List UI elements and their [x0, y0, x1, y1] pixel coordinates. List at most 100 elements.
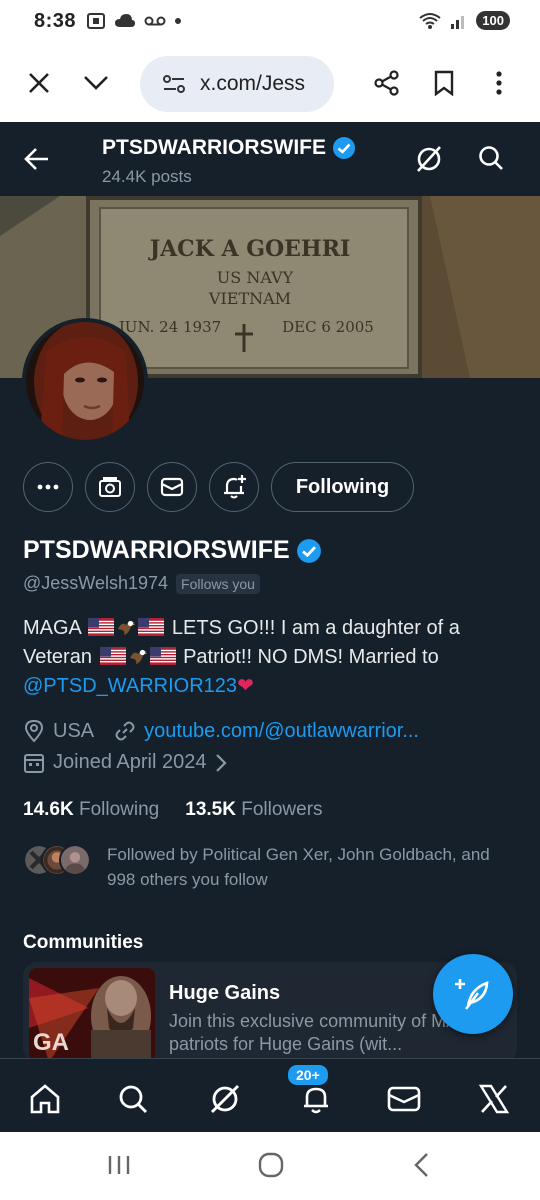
nav-home[interactable] [25, 1079, 65, 1119]
profile-bio: MAGA LETS GO!!! I am a daughter of a Vet… [23, 614, 513, 701]
browser-menu-button[interactable] [478, 62, 520, 104]
android-navigation-bar [0, 1132, 540, 1200]
banner-line2: US NAVY [217, 268, 294, 287]
followers-count-link[interactable]: 13.5K Followers [185, 799, 322, 821]
profile-location: USA [53, 719, 95, 742]
dot-icon [175, 18, 181, 24]
status-system-icons: 100 [418, 11, 510, 30]
status-bar: 8:38 100 [0, 0, 540, 44]
share-icon [374, 70, 399, 96]
more-options-button[interactable] [23, 462, 73, 512]
us-flag-icon [138, 618, 165, 636]
bell-plus-icon [224, 475, 246, 499]
x-logo-icon [478, 1084, 510, 1114]
profile-actions: Following [0, 462, 540, 512]
following-count-label: Following [78, 799, 160, 820]
following-button[interactable]: Following [271, 462, 414, 512]
followers-count-label: Followers [241, 799, 323, 820]
header-title: PTSDWARRIORSWIFE [102, 136, 356, 160]
signal-icon [451, 15, 465, 29]
more-vertical-icon [496, 71, 502, 95]
banner-date-left: JUN. 24 1937 [117, 318, 221, 336]
notifications-toggle-button[interactable] [209, 462, 259, 512]
recent-apps-button[interactable] [106, 1154, 132, 1181]
location-pin-icon [24, 719, 44, 743]
nav-messages[interactable] [384, 1079, 424, 1119]
mail-icon [387, 1086, 421, 1112]
avatar-image [26, 322, 144, 440]
subscribe-button[interactable] [85, 462, 135, 512]
nav-search[interactable] [113, 1079, 153, 1119]
eagle-icon [129, 649, 147, 664]
profile-header-bar: PTSDWARRIORSWIFE 24.4K posts [0, 122, 540, 196]
bio-mention-link[interactable]: @PTSD_WARRIOR123 [23, 675, 237, 697]
us-flag-icon [88, 618, 115, 636]
profile-handle-row: @JessWelsh1974 Follows you [23, 573, 260, 594]
nav-x-premium[interactable] [474, 1079, 514, 1119]
verified-badge-icon [333, 137, 355, 159]
bookmark-button[interactable] [423, 62, 465, 104]
compose-post-button[interactable] [433, 954, 513, 1034]
voicemail-icon [144, 16, 166, 26]
link-icon [115, 721, 135, 741]
community-thumb-text: GA [33, 1029, 69, 1056]
grok-button[interactable] [414, 144, 444, 179]
community-title: Huge Gains [169, 982, 281, 1004]
follow-counts: 14.6K Following 13.5K Followers [23, 799, 323, 821]
profile-handle: @JessWelsh1974 [23, 573, 169, 593]
bookmark-icon [434, 70, 454, 96]
profile-joined-row[interactable]: Joined April 2024 [23, 751, 228, 774]
banner-line1: JACK A GOEHRI [148, 236, 351, 262]
nav-grok[interactable] [205, 1079, 245, 1119]
followed-by-text: Followed by Political Gen Xer, John Gold… [107, 845, 490, 889]
banner-line3: VIETNAM [208, 289, 291, 308]
follows-you-badge: Follows you [176, 573, 260, 594]
battery-indicator: 100 [476, 11, 510, 30]
communities-heading: Communities [23, 932, 144, 953]
home-icon [30, 1084, 60, 1114]
follower-avatar [59, 844, 91, 876]
url-bar[interactable]: x.com/Jess [140, 56, 334, 112]
close-icon [29, 73, 49, 93]
chevron-down-icon [84, 76, 108, 90]
grok-icon [211, 1085, 239, 1113]
community-thumbnail: GA [29, 968, 155, 1062]
status-time: 8:38 [34, 10, 77, 32]
wifi-icon [419, 12, 441, 29]
home-circle-icon [258, 1152, 284, 1178]
profile-avatar[interactable] [22, 318, 148, 444]
profile-website-link[interactable]: youtube.com/@outlawwarrior... [144, 720, 419, 743]
back-button[interactable] [22, 144, 52, 179]
profile-joined-date: Joined April 2024 [53, 751, 207, 773]
site-settings-icon [163, 75, 185, 93]
profile-name-row: PTSDWARRIORSWIFE [23, 536, 322, 565]
share-button[interactable] [366, 62, 408, 104]
banner-date-right: DEC 6 2005 [282, 318, 374, 336]
header-posts-count: 24.4K posts [102, 167, 192, 186]
search-icon [119, 1085, 147, 1113]
search-button[interactable] [477, 144, 505, 177]
recents-icon [108, 1156, 130, 1174]
close-tab-button[interactable] [18, 62, 60, 104]
following-count-link[interactable]: 14.6K Following [23, 799, 159, 821]
chevron-right-icon [216, 753, 228, 772]
back-nav-button[interactable] [412, 1152, 430, 1183]
notifications-badge: 20+ [286, 1063, 330, 1087]
search-icon [479, 146, 503, 170]
header-display-name: PTSDWARRIORSWIFE [102, 136, 326, 159]
screenshot-icon [87, 13, 105, 29]
minimize-tab-button[interactable] [75, 62, 117, 104]
arrow-left-icon [24, 148, 48, 170]
bio-text-1: MAGA [23, 617, 81, 639]
home-nav-button[interactable] [258, 1152, 284, 1183]
x-profile-page: PTSDWARRIORSWIFE 24.4K posts JACK A GOEH… [0, 122, 540, 1132]
bell-icon [304, 1087, 328, 1114]
compose-feather-icon [455, 979, 489, 1010]
us-flag-icon [149, 647, 176, 665]
eagle-icon [118, 620, 136, 635]
profile-meta-row: USA youtube.com/@outlawwarrior... [23, 719, 419, 743]
grok-icon [417, 146, 441, 172]
message-button[interactable] [147, 462, 197, 512]
status-notification-icons [86, 12, 182, 30]
followers-count: 13.5K [185, 799, 236, 820]
